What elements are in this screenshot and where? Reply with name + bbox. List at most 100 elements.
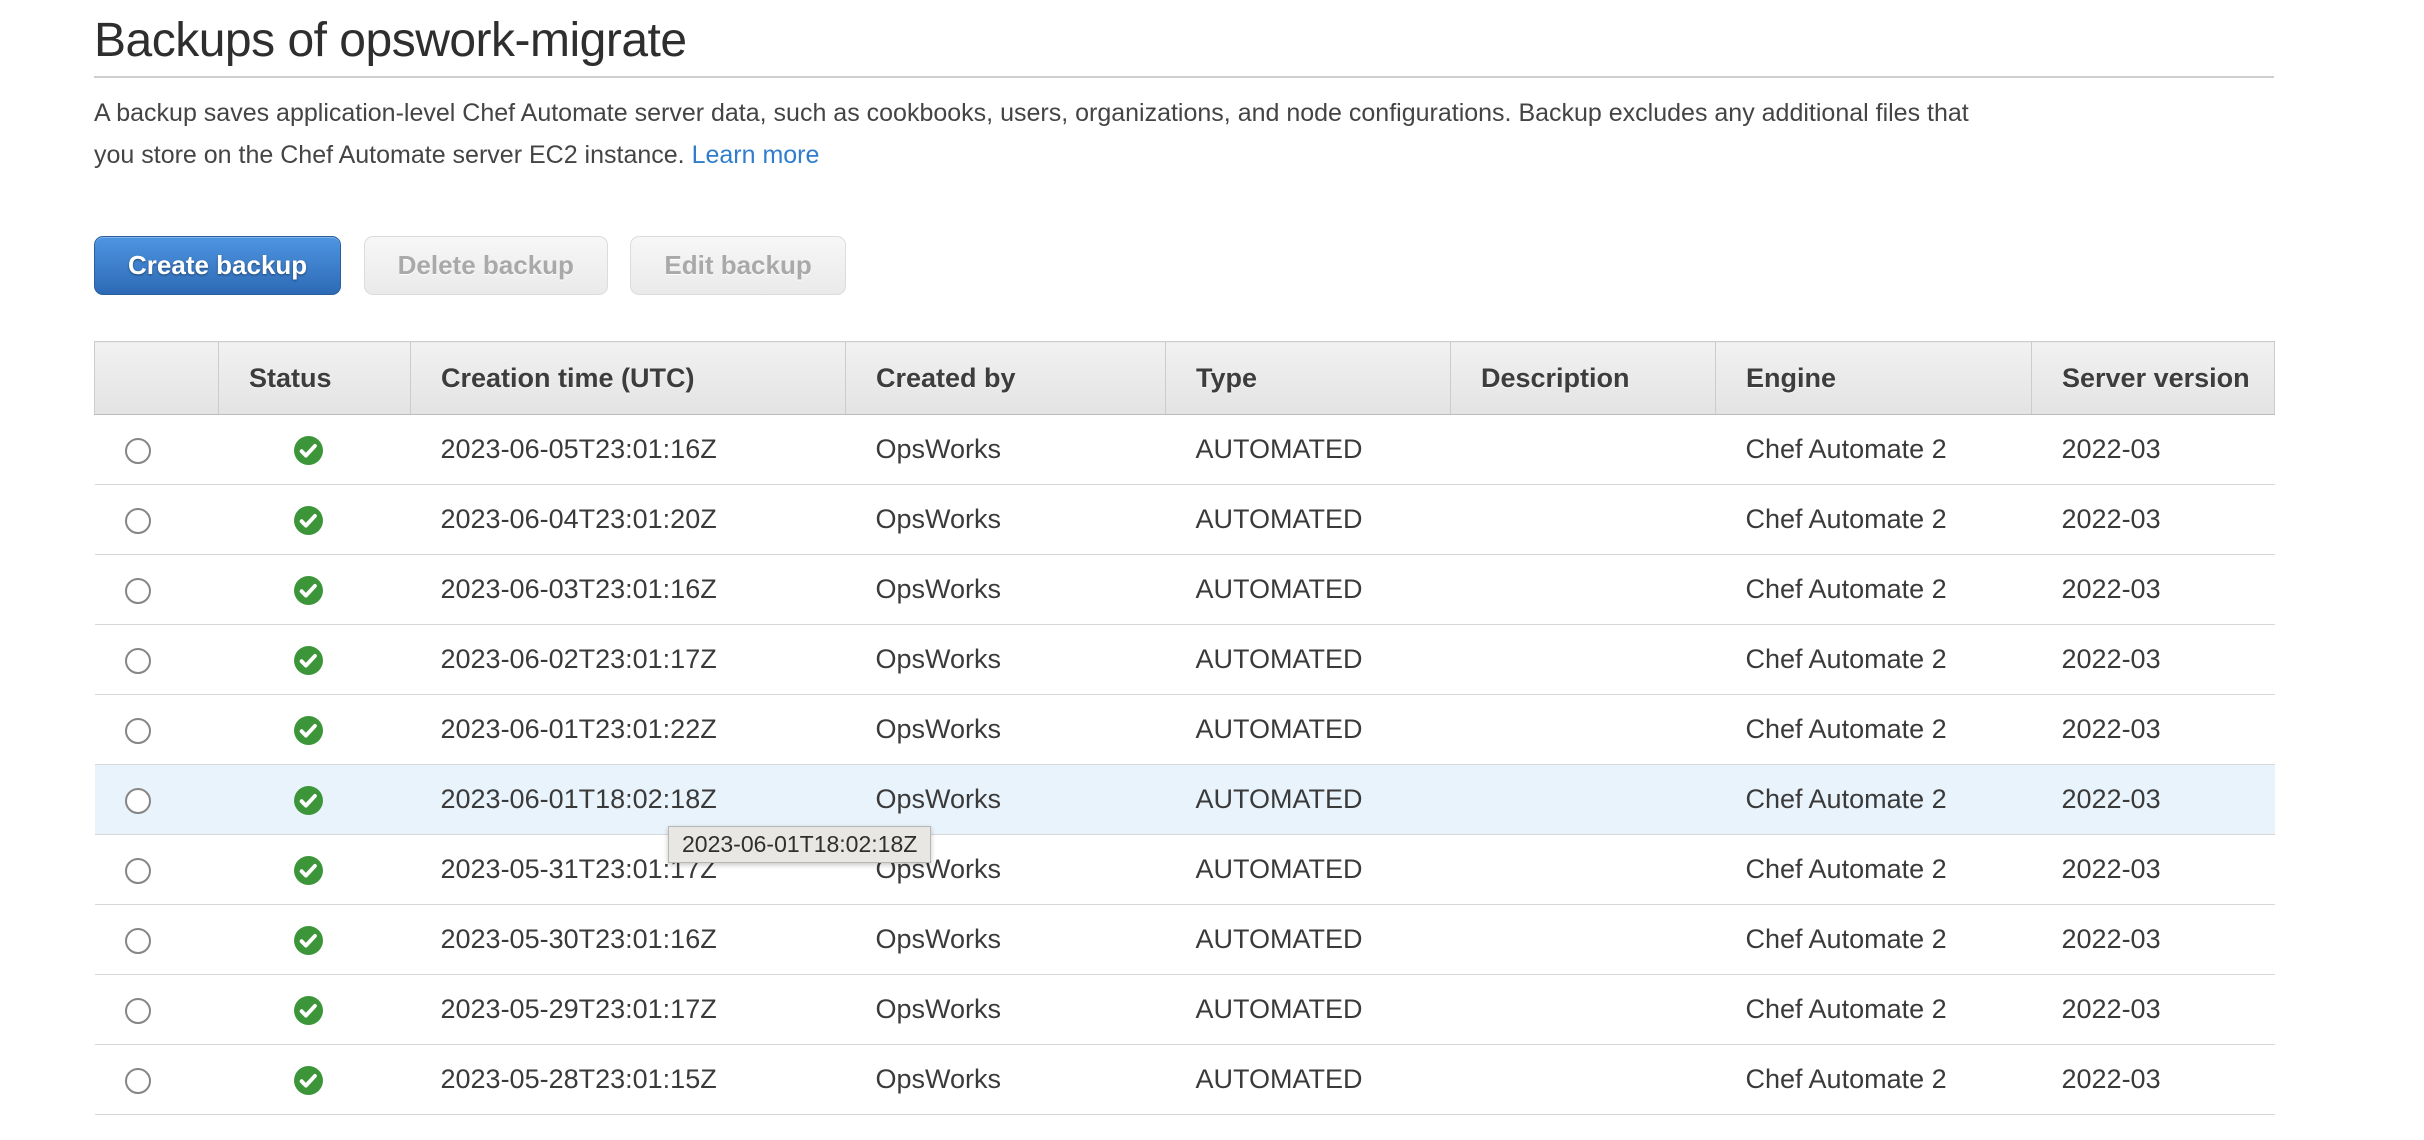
column-header-creation-time: Creation time (UTC) [410,341,846,415]
row-radio-button[interactable] [124,787,151,814]
select-cell [94,904,219,975]
creation-time-tooltip: 2023-06-01T18:02:18Z [668,826,932,863]
check-circle-icon [293,786,323,816]
column-header-created-by: Created by [845,341,1166,415]
table-body: 2023-06-05T23:01:16Z OpsWorks AUTOMATED … [94,414,2275,1115]
created-by-cell: OpsWorks [845,764,1166,835]
server-version-cell: 2022-03 [2031,974,2275,1045]
check-circle-icon [293,576,323,606]
description-cell [1450,834,1716,905]
select-cell [94,834,219,905]
status-cell [218,484,411,555]
row-radio-button[interactable] [124,647,151,674]
description-cell [1450,974,1716,1045]
table-row: 2023-06-05T23:01:16Z OpsWorks AUTOMATED … [94,414,2275,485]
table-row: 2023-06-01T23:01:22Z OpsWorks AUTOMATED … [94,694,2275,765]
engine-cell: Chef Automate 2 [1715,484,2032,555]
check-circle-icon [293,996,323,1026]
check-circle-icon [293,506,323,536]
delete-backup-button[interactable]: Delete backup [363,236,608,295]
type-cell: AUTOMATED [1165,1044,1451,1115]
table-row: 2023-05-30T23:01:16Z OpsWorks AUTOMATED … [94,904,2275,975]
toolbar: Create backup Delete backup Edit backup [94,236,2274,295]
select-cell [94,974,219,1045]
backups-table: Status Creation time (UTC) Created by Ty… [94,341,2275,1115]
row-radio-button[interactable] [124,857,151,884]
check-circle-icon [293,646,323,676]
status-cell [218,694,411,765]
status-cell [218,1044,411,1115]
status-cell [218,974,411,1045]
row-radio-button[interactable] [124,577,151,604]
row-radio-button[interactable] [124,507,151,534]
check-circle-icon [293,716,323,746]
column-header-status: Status [218,341,411,415]
creation-time-cell: 2023-06-01T18:02:18Z [410,764,846,835]
created-by-cell: OpsWorks [845,974,1166,1045]
column-header-type: Type [1165,341,1451,415]
status-cell [218,554,411,625]
server-version-cell: 2022-03 [2031,694,2275,765]
row-radio-button[interactable] [124,1067,151,1094]
table-row: 2023-06-01T18:02:18Z OpsWorks AUTOMATED … [94,764,2275,835]
creation-time-cell: 2023-06-03T23:01:16Z [410,554,846,625]
select-cell [94,484,219,555]
status-cell [218,764,411,835]
server-version-cell: 2022-03 [2031,834,2275,905]
table-row: 2023-06-03T23:01:16Z OpsWorks AUTOMATED … [94,554,2275,625]
server-version-cell: 2022-03 [2031,764,2275,835]
table-row: 2023-05-29T23:01:17Z OpsWorks AUTOMATED … [94,974,2275,1045]
engine-cell: Chef Automate 2 [1715,624,2032,695]
type-cell: AUTOMATED [1165,974,1451,1045]
description-cell [1450,904,1716,975]
backups-page: Backups of opswork-migrate A backup save… [94,0,2275,1115]
select-cell [94,694,219,765]
created-by-cell: OpsWorks [845,904,1166,975]
page-title: Backups of opswork-migrate [94,14,687,67]
status-cell [218,414,411,485]
server-version-cell: 2022-03 [2031,1044,2275,1115]
description-line-2-text: you store on the Chef Automate server EC… [94,141,685,169]
engine-cell: Chef Automate 2 [1715,1044,2032,1115]
server-version-cell: 2022-03 [2031,414,2275,485]
description-cell [1450,694,1716,765]
creation-time-cell: 2023-06-02T23:01:17Z [410,624,846,695]
description-line-1: A backup saves application-level Chef Au… [94,99,1969,127]
backup-description: A backup saves application-level Chef Au… [94,92,2274,176]
type-cell: AUTOMATED [1165,624,1451,695]
engine-cell: Chef Automate 2 [1715,554,2032,625]
column-header-server-version: Server version [2031,341,2275,415]
creation-time-cell: 2023-06-04T23:01:20Z [410,484,846,555]
column-header-engine: Engine [1715,341,2032,415]
type-cell: AUTOMATED [1165,554,1451,625]
check-circle-icon [293,856,323,886]
check-circle-icon [293,436,323,466]
created-by-cell: OpsWorks [845,624,1166,695]
row-radio-button[interactable] [124,927,151,954]
check-circle-icon [293,1066,323,1096]
creation-time-cell: 2023-05-28T23:01:15Z [410,1044,846,1115]
description-cell [1450,554,1716,625]
created-by-cell: OpsWorks [845,1044,1166,1115]
row-radio-button[interactable] [124,717,151,744]
row-radio-button[interactable] [124,997,151,1024]
select-cell [94,764,219,835]
table-row: 2023-06-02T23:01:17Z OpsWorks AUTOMATED … [94,624,2275,695]
edit-backup-button[interactable]: Edit backup [630,236,846,295]
learn-more-link[interactable]: Learn more [692,141,820,169]
type-cell: AUTOMATED [1165,414,1451,485]
creation-time-cell: 2023-06-05T23:01:16Z [410,414,846,485]
row-radio-button[interactable] [124,437,151,464]
creation-time-cell: 2023-05-29T23:01:17Z [410,974,846,1045]
server-version-cell: 2022-03 [2031,904,2275,975]
creation-time-cell: 2023-06-01T23:01:22Z [410,694,846,765]
description-cell [1450,1044,1716,1115]
engine-cell: Chef Automate 2 [1715,694,2032,765]
status-cell [218,624,411,695]
engine-cell: Chef Automate 2 [1715,904,2032,975]
create-backup-button[interactable]: Create backup [94,236,342,295]
server-version-cell: 2022-03 [2031,554,2275,625]
title-divider [94,76,2274,78]
server-version-cell: 2022-03 [2031,484,2275,555]
column-header-select [94,341,219,415]
